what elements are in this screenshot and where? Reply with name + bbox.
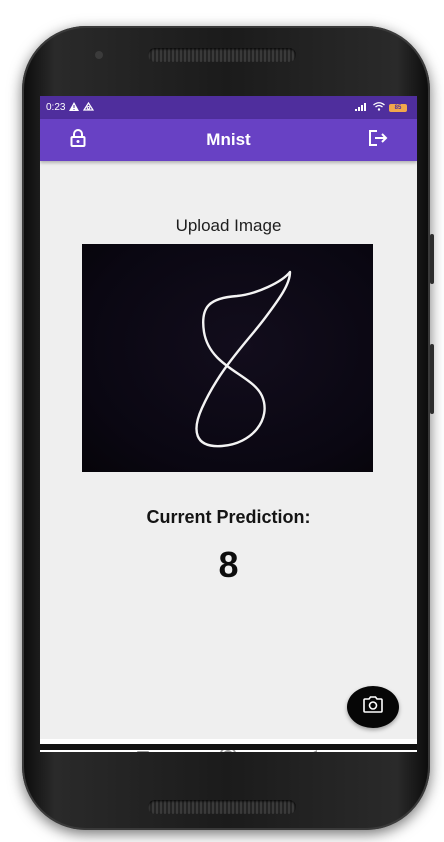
battery-icon: 85 [389,103,407,112]
volume-button [430,234,434,284]
logout-button[interactable] [365,127,391,153]
screen-bottom-edge [40,744,417,750]
logout-icon [368,129,388,152]
power-button [430,344,434,414]
wifi-icon [373,101,385,114]
signal-icon [355,102,369,114]
sync-icon [83,101,95,114]
phone-screen: 0:23 85 Mnist Upload Image Current Predi… [40,96,417,752]
warning-icon [69,101,80,114]
upload-image-label[interactable]: Upload Image [40,216,417,236]
bottom-speaker [148,800,296,814]
status-bar: 0:23 85 [40,96,417,119]
current-prediction-label: Current Prediction: [146,507,311,527]
uploaded-digit-image[interactable] [82,244,373,472]
phone-frame: 0:23 85 Mnist Upload Image Current Predi… [22,26,434,830]
top-speaker [148,48,296,62]
app-title: Mnist [206,130,251,149]
status-time: 0:23 [46,102,66,113]
handwritten-eight-drawing [195,270,292,448]
lock-button[interactable] [65,127,91,153]
camera-button[interactable] [347,686,399,728]
lock-icon [70,128,86,152]
front-camera [95,51,103,59]
camera-icon [363,696,383,718]
prediction-value: 8 [218,544,239,585]
app-bar: Mnist [40,119,417,161]
